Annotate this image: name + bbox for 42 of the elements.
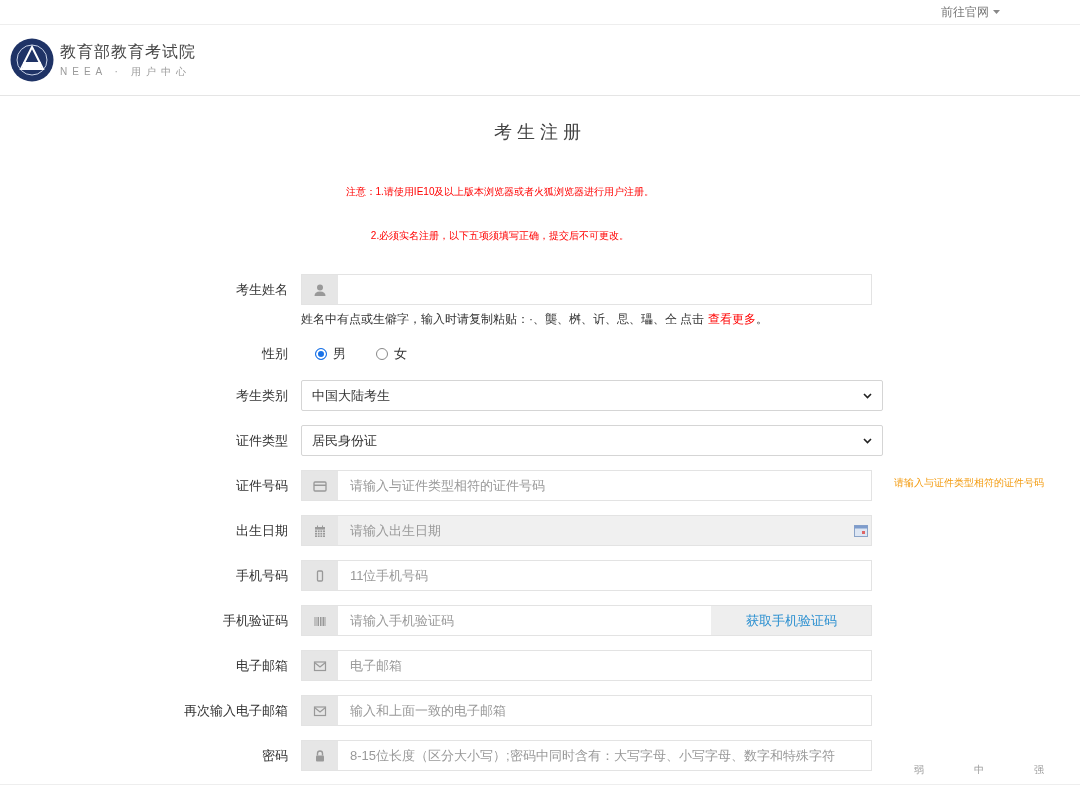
strength-label: 中 (974, 763, 984, 777)
radio-option[interactable]: 男 (315, 345, 346, 363)
dropdown[interactable]: 居民身份证 (301, 425, 883, 456)
page-title: 考生注册 (493, 121, 587, 144)
radio-button[interactable] (315, 348, 327, 360)
person-icon (313, 282, 327, 297)
notice-text: 2.必须实名注册，以下五项须填写正确，提交后不可更改。 (370, 230, 630, 242)
official-site-link[interactable]: 前往官网 (941, 3, 1000, 21)
site-subtitle: NEEA · 用户中心 (60, 64, 192, 79)
date-field[interactable]: 请输入出生日期 (301, 515, 872, 546)
input-field[interactable]: 请输入手机验证码 (338, 606, 711, 635)
site-title: 教育部教育考试院 (60, 41, 196, 62)
field-label: 电子邮箱 (235, 656, 288, 675)
strength-label: 弱 (914, 763, 924, 777)
notice-text: 注意：1.请使用IE10及以上版本浏览器或者火狐浏览器进行用户注册。 (345, 186, 655, 198)
logo-icon (10, 38, 54, 82)
field-label: 证件类型 (235, 431, 288, 450)
calendar-icon[interactable] (854, 524, 868, 537)
field-label: 手机验证码 (222, 611, 288, 630)
field-label: 性别 (261, 345, 288, 363)
strength-label: 强 (1034, 763, 1044, 777)
field-label: 考生姓名 (235, 280, 288, 299)
field-label: 密码 (261, 746, 288, 765)
field-label: 证件号码 (235, 476, 288, 495)
calendar-icon (313, 523, 327, 538)
card-icon (313, 478, 327, 493)
dropdown[interactable]: 中国大陆考生 (301, 380, 883, 411)
field-hint: 请输入与证件类型相符的证件号码 (894, 476, 1045, 490)
field-label: 出生日期 (235, 521, 288, 540)
chevron-icon (863, 437, 872, 444)
chevron-icon (863, 392, 872, 399)
field-label: 手机号码 (235, 566, 288, 585)
radio-option[interactable]: 女 (376, 345, 407, 363)
field-label: 考生类别 (235, 386, 288, 405)
date-input[interactable]: 请输入出生日期 (338, 516, 854, 545)
caret-icon (993, 10, 1000, 14)
name-note: 姓名中有点或生僻字，输入时请复制粘贴：·、龑、桝、䜣、㤙、瓃、仝 点击 查看更多。 (301, 311, 769, 328)
lock-icon (313, 748, 327, 763)
envelope-icon (313, 658, 327, 673)
more-link[interactable]: 查看更多 (707, 312, 756, 326)
field-label: 再次输入电子邮箱 (183, 701, 288, 720)
envelope-icon (313, 703, 327, 718)
